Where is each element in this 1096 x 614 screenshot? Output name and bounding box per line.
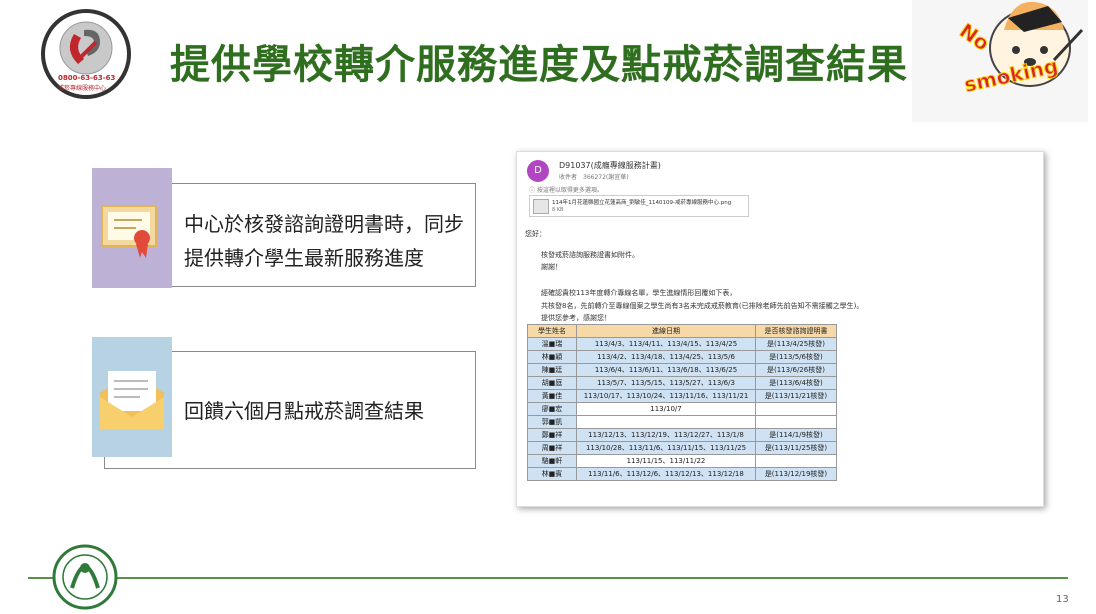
table-header-row: 學生姓名 進線日期 是否核發諮詢證明書 (527, 324, 837, 338)
call-dates-cell: 113/5/7、113/5/15、113/5/27、113/6/3 (576, 376, 756, 390)
hotline-caption: 戒菸專線服務中心 (58, 85, 107, 92)
student-referral-table: 學生姓名 進線日期 是否核發諮詢證明書 溫■瑞 113/4/3、113/4/11、… (527, 324, 837, 481)
table-row: 陳■廷 113/6/4、113/6/11、113/6/18、113/6/25 是(1… (527, 363, 837, 377)
table-row: 周■祥 113/10/28、113/11/6、113/11/15、113/11/2… (527, 441, 837, 455)
footer-line (28, 577, 1068, 579)
table-row: 黃■佳 113/10/17、113/10/24、113/11/16、113/11/… (527, 389, 837, 403)
table-row: 林■穎 113/4/2、113/4/18、113/4/25、113/5/6 是(11… (527, 350, 837, 364)
certificate-status-cell: 是(113/12/19核發) (755, 467, 837, 481)
call-dates-cell (576, 415, 756, 429)
page-title: 提供學校轉介服務進度及點戒菸調查結果 (170, 42, 908, 88)
certificate-status-cell: 是(113/6/26核發) (755, 363, 837, 377)
email-body-line-5: 共核發8名，先前轉介至專線個案之學生尚有3名未完成戒菸教育(已排除老師先前告知不… (541, 302, 864, 310)
hotline-number: 0800-63-63-63 (58, 74, 116, 82)
call-dates-cell: 113/10/17、113/10/24、113/11/16、113/11/21 (576, 389, 756, 403)
student-name-cell: 林■賓 (527, 467, 577, 481)
envelope-icon-panel (92, 337, 172, 457)
page-number: 13 (1056, 594, 1069, 605)
student-name-cell: 郭■凱 (527, 415, 577, 429)
email-screenshot: D D91037(成癮專線服務計畫) 收件者 366272(謝宜華) ⓘ 按這裡… (516, 151, 1044, 507)
email-recipient: 收件者 366272(謝宜華) (559, 174, 629, 181)
sender-avatar: D (527, 160, 549, 182)
hotline-logo: 0800-63-63-63 戒菸專線服務中心 (40, 8, 132, 100)
table-row: 廖■宏 113/10/7 (527, 402, 837, 416)
header-student-name: 學生姓名 (527, 324, 577, 338)
sender-avatar-letter: D (534, 165, 542, 176)
certificate-icon-panel (92, 168, 172, 288)
certificate-status-cell (755, 415, 837, 429)
certificate-status-cell: 是(114/1/9核發) (755, 428, 837, 442)
email-body-line-4: 經確認貴校113年度轉介專線名單，學生進線情形回覆如下表， (541, 289, 737, 297)
header-call-dates: 進線日期 (576, 324, 756, 338)
call-dates-cell: 113/4/2、113/4/18、113/4/25、113/5/6 (576, 350, 756, 364)
attachment-name: 114年1月花蓮縣國立花蓮高商_劉敏佳_1140109-戒菸專線服務中心.png (552, 200, 732, 206)
student-name-cell: 陳■廷 (527, 363, 577, 377)
certificate-status-cell: 是(113/11/21核發) (755, 389, 837, 403)
table-row: 林■賓 113/11/6、113/12/6、113/12/13、113/12/18… (527, 467, 837, 481)
card-service-progress-text: 中心於核發諮詢證明書時，同步提供轉介學生最新服務進度 (184, 212, 464, 270)
call-dates-cell: 113/12/13、113/12/19、113/12/27、113/1/8 (576, 428, 756, 442)
email-body-line-6: 提供您參考，感謝您！ (541, 314, 611, 322)
envelope-icon (100, 371, 164, 429)
student-name-cell: 黃■佳 (527, 389, 577, 403)
certificate-icon (101, 205, 157, 258)
call-dates-cell: 113/6/4、113/6/11、113/6/18、113/6/25 (576, 363, 756, 377)
email-body-line-2: 謝謝！ (541, 263, 562, 271)
call-dates-cell: 113/10/28、113/11/6、113/11/15、113/11/25 (576, 441, 756, 455)
certificate-status-cell (755, 402, 837, 416)
certificate-status-cell: 是(113/4/25核發) (755, 337, 837, 351)
certificate-status-cell: 是(113/6/4核發) (755, 376, 837, 390)
email-greeting: 您好： (525, 230, 546, 238)
image-file-icon (533, 199, 549, 214)
table-row: 溫■瑞 113/4/3、113/4/11、113/4/15、113/4/25 是(1… (527, 337, 837, 351)
call-dates-cell: 113/11/6、113/12/6、113/12/13、113/12/18 (576, 467, 756, 481)
student-name-cell: 廖■宏 (527, 402, 577, 416)
table-row: 郭■凱 (527, 415, 837, 429)
organization-logo (52, 544, 118, 610)
email-notice: ⓘ 按這裡以取得更多選項。 (529, 187, 603, 194)
student-name-cell: 鄭■祥 (527, 428, 577, 442)
student-name-cell: 胡■庭 (527, 376, 577, 390)
attachment-size: 8 KB (552, 207, 564, 213)
no-smoking-logo: No smoking (912, 0, 1088, 122)
call-dates-cell: 113/11/15、113/11/22 (576, 454, 756, 468)
student-name-cell: 周■祥 (527, 441, 577, 455)
card-survey-result-text: 回饋六個月點戒菸調查結果 (184, 399, 424, 423)
student-name-cell: 駱■軒 (527, 454, 577, 468)
student-name-cell: 溫■瑞 (527, 337, 577, 351)
table-row: 胡■庭 113/5/7、113/5/15、113/5/27、113/6/3 是(11… (527, 376, 837, 390)
call-dates-cell: 113/4/3、113/4/11、113/4/15、113/4/25 (576, 337, 756, 351)
table-row: 駱■軒 113/11/15、113/11/22 (527, 454, 837, 468)
certificate-status-cell (755, 454, 837, 468)
header-certificate-status: 是否核發諮詢證明書 (755, 324, 837, 338)
call-dates-cell: 113/10/7 (576, 402, 756, 416)
student-name-cell: 林■穎 (527, 350, 577, 364)
svg-text:No: No (955, 18, 994, 55)
email-body-line-1: 核發戒菸諮詢服務證書如附件。 (541, 251, 639, 259)
email-sender: D91037(成癮專線服務計畫) (559, 161, 661, 170)
table-row: 鄭■祥 113/12/13、113/12/19、113/12/27、113/1/8… (527, 428, 837, 442)
attachment-chip[interactable]: 114年1月花蓮縣國立花蓮高商_劉敏佳_1140109-戒菸專線服務中心.png… (529, 195, 749, 217)
certificate-status-cell: 是(113/11/25核發) (755, 441, 837, 455)
certificate-status-cell: 是(113/5/6核發) (755, 350, 837, 364)
